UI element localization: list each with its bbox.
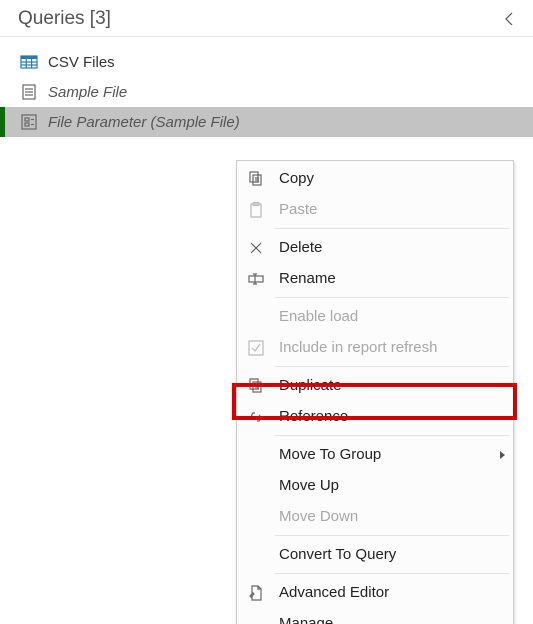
menu-duplicate[interactable]: Duplicate: [237, 370, 513, 401]
menu-label: Duplicate: [279, 377, 342, 394]
context-menu: Copy Paste Delete Rename Enable load: [236, 160, 514, 624]
menu-separator: [275, 228, 509, 229]
menu-move-to-group[interactable]: Move To Group: [237, 439, 513, 470]
blank-icon: [243, 442, 269, 468]
menu-paste: Paste: [237, 194, 513, 225]
menu-label: Include in report refresh: [279, 339, 437, 356]
menu-copy[interactable]: Copy: [237, 163, 513, 194]
menu-convert-to-query[interactable]: Convert To Query: [237, 539, 513, 570]
menu-move-down: Move Down: [237, 501, 513, 532]
menu-separator: [275, 297, 509, 298]
menu-label: Enable load: [279, 308, 358, 325]
menu-label: Move Down: [279, 508, 358, 525]
menu-label: Copy: [279, 170, 314, 187]
menu-delete[interactable]: Delete: [237, 232, 513, 263]
query-label: CSV Files: [48, 54, 115, 71]
submenu-arrow-icon: [500, 451, 505, 459]
menu-label: Move Up: [279, 477, 339, 494]
collapse-chevron-icon[interactable]: [501, 10, 519, 28]
menu-label: Reference: [279, 408, 348, 425]
copy-icon: [243, 166, 269, 192]
duplicate-icon: [243, 373, 269, 399]
query-item-sample-file[interactable]: Sample File: [0, 77, 533, 107]
menu-separator: [275, 573, 509, 574]
blank-icon: [243, 304, 269, 330]
blank-icon: [243, 473, 269, 499]
panel-header: Queries [3]: [0, 0, 533, 37]
panel-title: Queries [3]: [18, 8, 111, 30]
queries-panel: Queries [3] CSV Files: [0, 0, 533, 624]
menu-advanced-editor[interactable]: Advanced Editor: [237, 577, 513, 608]
rename-icon: [243, 266, 269, 292]
menu-label: Rename: [279, 270, 336, 287]
blank-icon: [243, 542, 269, 568]
reference-icon: [243, 404, 269, 430]
table-icon: [20, 53, 38, 71]
menu-label: Manage…: [279, 615, 348, 624]
menu-label: Delete: [279, 239, 322, 256]
menu-enable-load: Enable load: [237, 301, 513, 332]
parameter-icon: [20, 113, 38, 131]
blank-icon: [243, 504, 269, 530]
document-icon: [20, 83, 38, 101]
menu-label: Convert To Query: [279, 546, 396, 563]
menu-include-refresh: Include in report refresh: [237, 332, 513, 363]
menu-label: Paste: [279, 201, 317, 218]
advanced-editor-icon: [243, 580, 269, 606]
paste-icon: [243, 197, 269, 223]
checkbox-checked-icon: [243, 335, 269, 361]
menu-label: Move To Group: [279, 446, 381, 463]
blank-icon: [243, 611, 269, 624]
menu-label: Advanced Editor: [279, 584, 389, 601]
menu-rename[interactable]: Rename: [237, 263, 513, 294]
query-item-csv-files[interactable]: CSV Files: [0, 47, 533, 77]
menu-move-up[interactable]: Move Up: [237, 470, 513, 501]
menu-separator: [275, 435, 509, 436]
query-item-file-parameter[interactable]: File Parameter (Sample File): [0, 107, 533, 137]
query-label: Sample File: [48, 84, 127, 101]
menu-separator: [275, 366, 509, 367]
delete-icon: [243, 235, 269, 261]
query-list: CSV Files Sample File: [0, 37, 533, 137]
menu-manage[interactable]: Manage…: [237, 608, 513, 624]
menu-reference[interactable]: Reference: [237, 401, 513, 432]
menu-separator: [275, 535, 509, 536]
query-label: File Parameter (Sample File): [48, 114, 240, 131]
